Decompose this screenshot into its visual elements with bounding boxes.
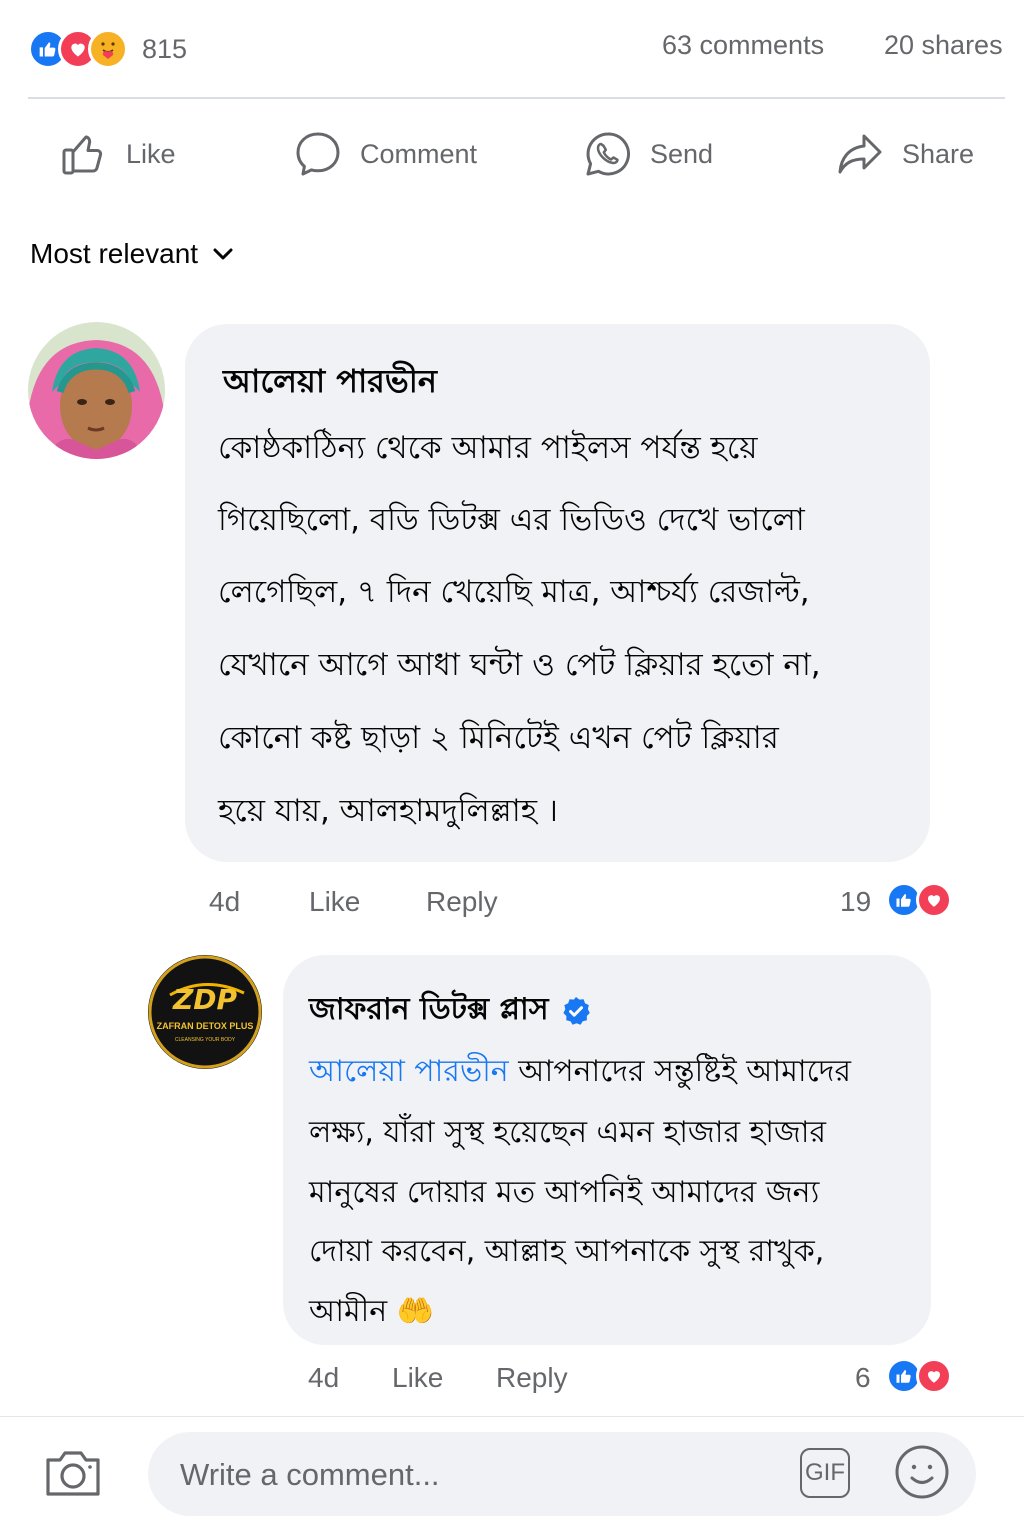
comment-line: গিয়েছিলো, বডি ডিটক্স এর ভিডিও দেখে ভালো <box>218 502 805 538</box>
reaction-summary[interactable]: 815 <box>28 28 187 70</box>
reply-reply-button[interactable]: Reply <box>496 1362 568 1394</box>
reply-line: দোয়া করবেন, আল্লাহ আপনাকে সুস্থ রাখুক, <box>309 1234 825 1269</box>
share-arrow-icon <box>838 134 882 174</box>
like-button[interactable]: Like <box>60 124 176 184</box>
commenter-name[interactable]: আলেয়া পারভীন <box>223 356 437 410</box>
commenter-avatar[interactable] <box>28 322 165 459</box>
mention-link[interactable]: আলেয়া পারভীন <box>309 1054 509 1089</box>
comment-reply-button[interactable]: Reply <box>426 886 498 918</box>
camera-icon <box>46 1451 100 1496</box>
emoji-button[interactable] <box>894 1444 950 1500</box>
reply-reactions[interactable] <box>886 1358 952 1394</box>
composer-divider <box>0 1416 1024 1417</box>
reply-line: লক্ষ্য, যাঁরা সুস্থ হয়েছেন এমন হাজার হা… <box>309 1115 826 1150</box>
chevron-down-icon <box>213 248 233 260</box>
reply-like-button[interactable]: Like <box>392 1362 443 1394</box>
send-label: Send <box>650 138 714 169</box>
reply-bubble: জাফরান ডিটক্স প্লাস আলেয়া পারভীন আপনাদে… <box>283 955 931 1345</box>
divider <box>28 97 1005 99</box>
smiley-icon <box>895 1445 949 1499</box>
comment-line: হয়ে যায়, আলহামদুলিল্লাহ । <box>218 793 558 829</box>
comment-button[interactable]: Comment <box>294 124 477 184</box>
page-name[interactable]: জাফরান ডিটক্স প্লাস <box>309 985 549 1036</box>
comment-label: Comment <box>360 138 478 169</box>
share-button[interactable]: Share <box>836 124 974 184</box>
reply-timestamp[interactable]: 4d <box>308 1362 339 1394</box>
comment-line: কোষ্ঠকাঠিন্য থেকে আমার পাইলস পর্যন্ত হয়… <box>218 430 758 466</box>
verified-badge-icon <box>562 996 590 1025</box>
comment-line: যেখানে আগে আধা ঘন্টা ও পেট ক্লিয়ার হতো … <box>218 647 821 683</box>
love-reaction-icon <box>916 1358 952 1394</box>
reply-reaction-count[interactable]: 6 <box>855 1362 871 1394</box>
page-avatar[interactable]: ZDP ZAFRAN DETOX PLUS CLEANSING YOUR BOD… <box>148 955 262 1069</box>
care-reaction-icon <box>88 29 128 69</box>
comment-bubble: আলেয়া পারভীন কোষ্ঠকাঠিন্য থেকে আমার পাই… <box>185 324 930 862</box>
like-label: Like <box>126 138 176 169</box>
sort-dropdown[interactable]: Most relevant <box>30 238 234 270</box>
shares-count[interactable]: 20 shares <box>884 30 1003 61</box>
comment-reactions[interactable] <box>886 882 952 918</box>
love-reaction-icon <box>916 882 952 918</box>
logo-text: ZDP <box>172 983 238 1016</box>
reply-line: মানুষের দোয়ার মত আপনিই আমাদের জন্য <box>309 1175 820 1210</box>
share-label: Share <box>902 138 975 169</box>
logo-caption: ZAFRAN DETOX PLUS <box>156 1021 254 1031</box>
comment-line: কোনো কষ্ট ছাড়া ২ মিনিটেই এখন পেট ক্লিয়… <box>218 720 779 756</box>
gif-button[interactable]: GIF <box>800 1448 850 1498</box>
thumbs-up-icon <box>62 135 103 175</box>
sort-label: Most relevant <box>30 238 199 269</box>
comment-composer[interactable]: GIF <box>148 1432 976 1516</box>
comment-bubble-icon <box>296 132 340 176</box>
comment-timestamp[interactable]: 4d <box>209 886 240 918</box>
reply-line: আপনাদের সন্তুষ্টিই আমাদের <box>508 1054 851 1089</box>
reply-line: আমীন 🤲 <box>309 1294 435 1329</box>
comment-like-button[interactable]: Like <box>309 886 360 918</box>
whatsapp-icon <box>586 132 630 176</box>
camera-button[interactable] <box>42 1442 104 1504</box>
comment-reaction-count[interactable]: 19 <box>840 886 871 918</box>
reaction-count[interactable]: 815 <box>142 34 187 65</box>
logo-tagline: CLEANSING YOUR BODY <box>174 1037 236 1043</box>
send-button[interactable]: Send <box>584 124 713 184</box>
comments-count[interactable]: 63 comments <box>662 30 824 61</box>
comment-input[interactable] <box>178 1448 742 1502</box>
comment-line: লেগেছিল, ৭ দিন খেয়েছি মাত্র, আশ্চর্য্য … <box>218 574 810 610</box>
